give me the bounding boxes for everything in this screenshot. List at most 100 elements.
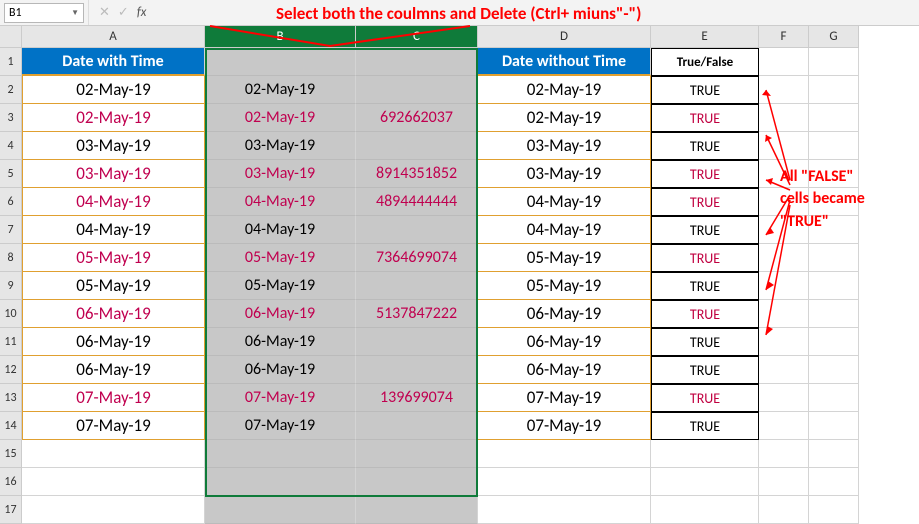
cell-G14[interactable]	[809, 412, 859, 440]
cell-C1[interactable]	[356, 48, 478, 76]
cell-G13[interactable]	[809, 384, 859, 412]
cell-D14[interactable]: 07-May-19	[478, 412, 651, 440]
cell-C2[interactable]	[356, 76, 478, 104]
cell-E11[interactable]: TRUE	[651, 328, 759, 356]
cell-C7[interactable]	[356, 216, 478, 244]
row-header-3[interactable]: 3	[0, 104, 22, 132]
col-header-G[interactable]: G	[809, 26, 859, 48]
cell-C10[interactable]: 5137847222	[356, 300, 478, 328]
cell-B7[interactable]: 04-May-19	[205, 216, 356, 244]
cell-A8[interactable]: 05-May-19	[22, 244, 205, 272]
fx-icon[interactable]: fx	[137, 5, 153, 20]
row-header-11[interactable]: 11	[0, 328, 22, 356]
cell-E12[interactable]: TRUE	[651, 356, 759, 384]
cell-E16[interactable]	[651, 468, 759, 496]
cell-A1[interactable]: Date with Time	[22, 48, 205, 76]
select-all-corner[interactable]	[0, 26, 22, 48]
cell-A7[interactable]: 04-May-19	[22, 216, 205, 244]
cell-G4[interactable]	[809, 132, 859, 160]
cell-C6[interactable]: 4894444444	[356, 188, 478, 216]
cell-G3[interactable]	[809, 104, 859, 132]
cell-A6[interactable]: 04-May-19	[22, 188, 205, 216]
cell-C16[interactable]	[356, 468, 478, 496]
cell-A15[interactable]	[22, 440, 205, 468]
cell-F8[interactable]	[759, 244, 809, 272]
col-header-C[interactable]: C	[356, 26, 478, 48]
cell-D6[interactable]: 04-May-19	[478, 188, 651, 216]
row-header-13[interactable]: 13	[0, 384, 22, 412]
cell-F12[interactable]	[759, 356, 809, 384]
col-header-E[interactable]: E	[651, 26, 759, 48]
cell-C13[interactable]: 139699074	[356, 384, 478, 412]
cell-F4[interactable]	[759, 132, 809, 160]
cell-F13[interactable]	[759, 384, 809, 412]
cell-E6[interactable]: TRUE	[651, 188, 759, 216]
cell-B3[interactable]: 02-May-19	[205, 104, 356, 132]
cell-G8[interactable]	[809, 244, 859, 272]
cell-D7[interactable]: 04-May-19	[478, 216, 651, 244]
cell-E8[interactable]: TRUE	[651, 244, 759, 272]
row-header-7[interactable]: 7	[0, 216, 22, 244]
cell-B8[interactable]: 05-May-19	[205, 244, 356, 272]
cell-D10[interactable]: 06-May-19	[478, 300, 651, 328]
cell-E14[interactable]: TRUE	[651, 412, 759, 440]
cell-B13[interactable]: 07-May-19	[205, 384, 356, 412]
col-header-F[interactable]: F	[759, 26, 809, 48]
cell-D12[interactable]: 06-May-19	[478, 356, 651, 384]
cell-G9[interactable]	[809, 272, 859, 300]
cell-D17[interactable]	[478, 496, 651, 524]
cell-F17[interactable]	[759, 496, 809, 524]
row-header-5[interactable]: 5	[0, 160, 22, 188]
row-header-12[interactable]: 12	[0, 356, 22, 384]
cell-E7[interactable]: TRUE	[651, 216, 759, 244]
cell-B17[interactable]	[205, 496, 356, 524]
row-header-9[interactable]: 9	[0, 272, 22, 300]
cell-A13[interactable]: 07-May-19	[22, 384, 205, 412]
cell-D5[interactable]: 03-May-19	[478, 160, 651, 188]
cell-B2[interactable]: 02-May-19	[205, 76, 356, 104]
cell-A16[interactable]	[22, 468, 205, 496]
cell-F1[interactable]	[759, 48, 809, 76]
cell-A12[interactable]: 06-May-19	[22, 356, 205, 384]
cell-G2[interactable]	[809, 76, 859, 104]
cell-C5[interactable]: 8914351852	[356, 160, 478, 188]
cell-E2[interactable]: TRUE	[651, 76, 759, 104]
cell-E17[interactable]	[651, 496, 759, 524]
row-header-1[interactable]: 1	[0, 48, 22, 76]
cell-B1[interactable]	[205, 48, 356, 76]
cell-D4[interactable]: 03-May-19	[478, 132, 651, 160]
cell-D11[interactable]: 06-May-19	[478, 328, 651, 356]
cell-F10[interactable]	[759, 300, 809, 328]
row-header-8[interactable]: 8	[0, 244, 22, 272]
row-header-2[interactable]: 2	[0, 76, 22, 104]
cell-E9[interactable]: TRUE	[651, 272, 759, 300]
cell-D1[interactable]: Date without Time	[478, 48, 651, 76]
cell-A14[interactable]: 07-May-19	[22, 412, 205, 440]
cell-A2[interactable]: 02-May-19	[22, 76, 205, 104]
cell-D16[interactable]	[478, 468, 651, 496]
cell-C8[interactable]: 7364699074	[356, 244, 478, 272]
spreadsheet-grid[interactable]: ABCDEFG1Date with TimeDate without TimeT…	[0, 26, 919, 524]
check-icon[interactable]: ✓	[118, 5, 129, 20]
col-header-B[interactable]: B	[205, 26, 356, 48]
cell-A11[interactable]: 06-May-19	[22, 328, 205, 356]
cell-B9[interactable]: 05-May-19	[205, 272, 356, 300]
cell-C3[interactable]: 692662037	[356, 104, 478, 132]
cell-C14[interactable]	[356, 412, 478, 440]
cell-E15[interactable]	[651, 440, 759, 468]
cell-A3[interactable]: 02-May-19	[22, 104, 205, 132]
cell-E3[interactable]: TRUE	[651, 104, 759, 132]
cell-F15[interactable]	[759, 440, 809, 468]
cell-C12[interactable]	[356, 356, 478, 384]
cell-D15[interactable]	[478, 440, 651, 468]
row-header-17[interactable]: 17	[0, 496, 22, 524]
row-header-6[interactable]: 6	[0, 188, 22, 216]
cell-D2[interactable]: 02-May-19	[478, 76, 651, 104]
cell-C4[interactable]	[356, 132, 478, 160]
cell-E1[interactable]: True/False	[651, 48, 759, 76]
cell-B11[interactable]: 06-May-19	[205, 328, 356, 356]
cell-A5[interactable]: 03-May-19	[22, 160, 205, 188]
cell-C11[interactable]	[356, 328, 478, 356]
cancel-icon[interactable]: ✕	[99, 5, 110, 20]
cell-B6[interactable]: 04-May-19	[205, 188, 356, 216]
